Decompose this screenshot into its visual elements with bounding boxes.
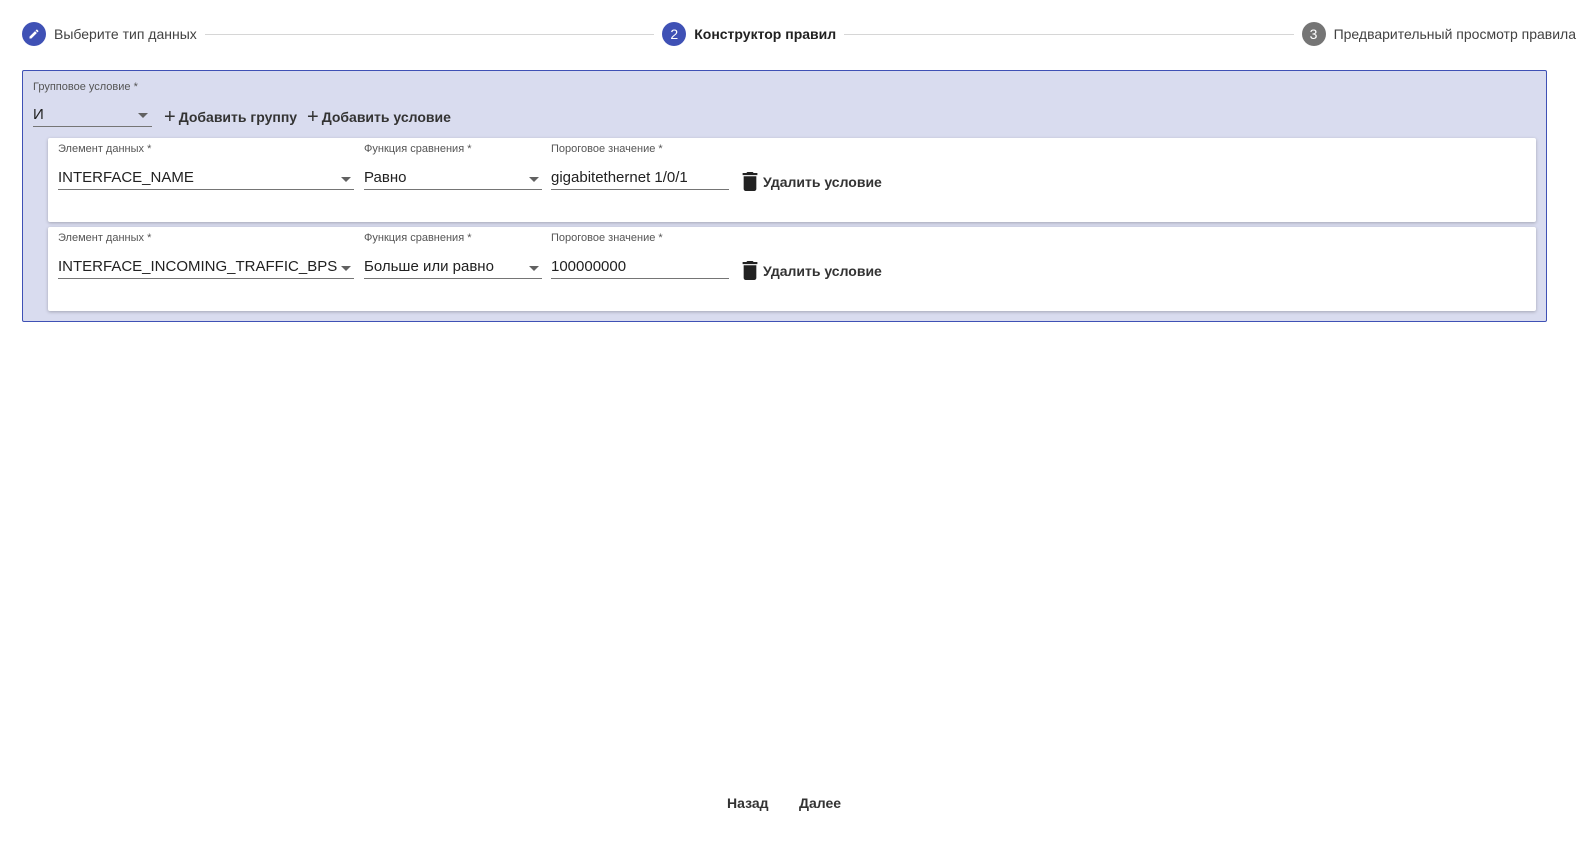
compare-function-select[interactable]: Больше или равно	[364, 257, 542, 279]
data-element-value: INTERFACE_NAME	[58, 169, 194, 186]
compare-function-select[interactable]: Равно	[364, 168, 542, 190]
data-element-label: Элемент данных *	[58, 143, 152, 155]
compare-function-label: Функция сравнения *	[364, 143, 472, 155]
step-number: 2	[662, 22, 687, 46]
plus-icon: +	[307, 106, 319, 128]
chevron-down-icon	[138, 113, 148, 118]
data-element-select[interactable]: INTERFACE_NAME	[58, 168, 354, 190]
delete-condition-button[interactable]: Удалить условие	[742, 172, 882, 191]
condition-group: Групповое условие * И + Добавить группу …	[22, 70, 1547, 322]
add-group-button[interactable]: + Добавить группу	[164, 107, 297, 127]
compare-function-label: Функция сравнения *	[364, 232, 472, 244]
compare-function-value: Больше или равно	[364, 258, 494, 275]
delete-condition-button[interactable]: Удалить условие	[742, 261, 882, 280]
step-label: Предварительный просмотр правила	[1333, 26, 1577, 42]
data-element-value: INTERFACE_INCOMING_TRAFFIC_BPS	[58, 258, 338, 275]
chevron-down-icon	[529, 266, 539, 271]
stepper: Выберите тип данных 2 Конструктор правил…	[22, 20, 1576, 48]
trash-icon	[742, 261, 758, 280]
next-button[interactable]: Далее	[799, 795, 841, 811]
step-label: Выберите тип данных	[54, 26, 197, 42]
threshold-input[interactable]: 100000000	[551, 257, 729, 279]
delete-condition-label: Удалить условие	[763, 262, 882, 279]
compare-function-value: Равно	[364, 169, 407, 186]
pencil-icon	[22, 22, 46, 46]
threshold-label: Пороговое значение *	[551, 143, 663, 155]
plus-icon: +	[164, 106, 176, 128]
threshold-value: 100000000	[551, 258, 627, 275]
step-label: Конструктор правил	[694, 26, 837, 42]
step-number: 3	[1301, 22, 1326, 46]
rule-wizard: Выберите тип данных 2 Конструктор правил…	[0, 0, 1590, 843]
group-condition-value: И	[33, 106, 44, 123]
step-divider	[204, 33, 655, 35]
delete-condition-label: Удалить условие	[763, 173, 882, 190]
condition-card: Элемент данных * INTERFACE_NAME Функция …	[48, 138, 1536, 222]
step-divider	[844, 33, 1294, 35]
add-condition-button[interactable]: + Добавить условие	[307, 107, 451, 127]
add-condition-label: Добавить условие	[321, 109, 451, 125]
data-element-select[interactable]: INTERFACE_INCOMING_TRAFFIC_BPS	[58, 257, 354, 279]
step-rule-builder[interactable]: 2 Конструктор правил	[662, 22, 836, 46]
data-element-label: Элемент данных *	[58, 232, 152, 244]
group-condition-label: Групповое условие *	[33, 81, 138, 93]
chevron-down-icon	[341, 266, 351, 271]
threshold-input[interactable]: gigabitethernet 1/0/1	[551, 168, 729, 190]
step-rule-preview[interactable]: 3 Предварительный просмотр правила	[1301, 22, 1577, 46]
step-select-data-type[interactable]: Выберите тип данных	[22, 22, 197, 46]
trash-icon	[742, 172, 758, 191]
back-button[interactable]: Назад	[727, 795, 769, 811]
threshold-label: Пороговое значение *	[551, 232, 663, 244]
condition-card: Элемент данных * INTERFACE_INCOMING_TRAF…	[48, 227, 1536, 311]
chevron-down-icon	[529, 177, 539, 182]
group-condition-select[interactable]: И	[33, 105, 152, 127]
add-group-label: Добавить группу	[178, 109, 298, 125]
chevron-down-icon	[341, 177, 351, 182]
threshold-value: gigabitethernet 1/0/1	[551, 169, 688, 186]
